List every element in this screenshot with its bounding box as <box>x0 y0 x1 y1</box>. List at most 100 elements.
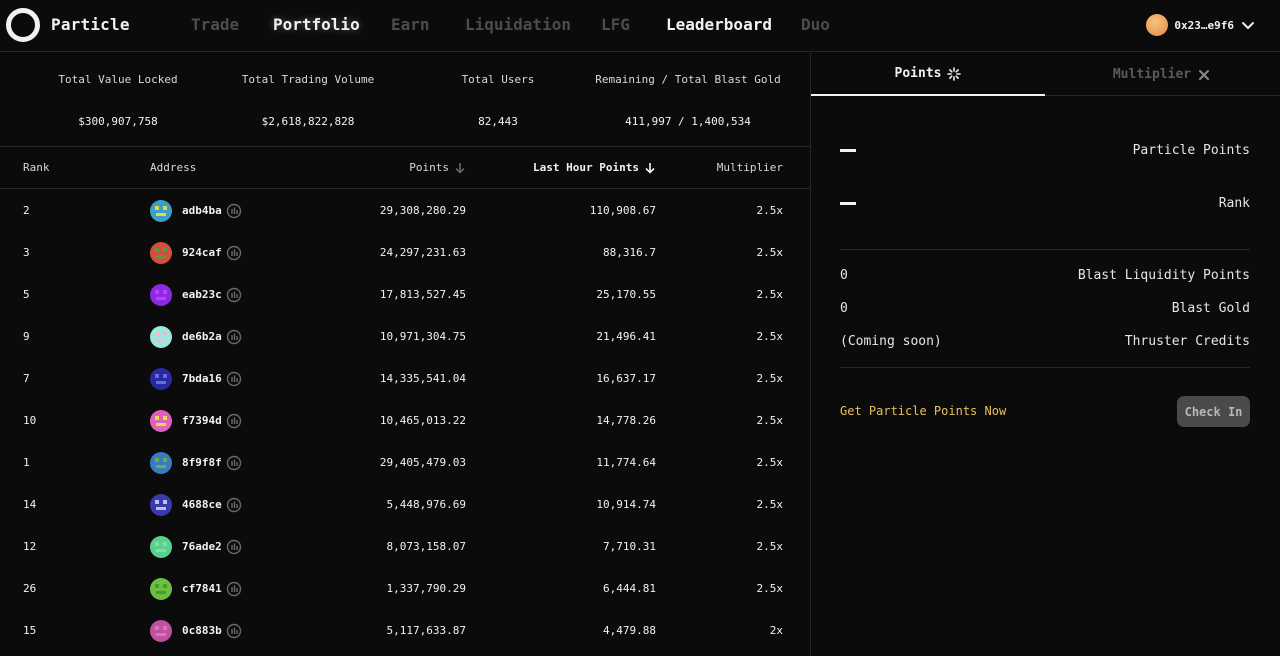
nav-lfg[interactable]: LFG <box>601 15 630 34</box>
points-cell: 10,971,304.75 <box>379 330 466 343</box>
header-last-hour[interactable]: Last Hour Points <box>533 161 656 174</box>
multiplier-cell: 2.5x <box>756 498 784 511</box>
points-cell: 1,337,790.29 <box>386 582 466 595</box>
get-points-link[interactable]: Get Particle Points Now <box>840 404 1006 418</box>
avatar-eye-right <box>163 248 167 252</box>
address-cell[interactable]: 924caf <box>182 246 222 259</box>
blast-gold-label: Blast Gold <box>1171 301 1250 316</box>
rank-cell: 9 <box>23 330 30 343</box>
blast-liquidity-row: 0 Blast Liquidity Points <box>840 266 1250 286</box>
explorer-link-icon[interactable] <box>226 371 242 387</box>
last-hour-cell: 4,479.88 <box>603 624 656 637</box>
check-in-button[interactable]: Check In <box>1177 396 1250 427</box>
explorer-link-icon[interactable] <box>226 539 242 555</box>
avatar <box>150 620 172 642</box>
header-rank: Rank <box>23 161 50 174</box>
tab-points-label: Points <box>894 66 942 81</box>
particle-points-label: Particle Points <box>1132 143 1250 158</box>
table-row[interactable]: 7 7bda16 14,335,541.04 16,637.17 2.5x <box>0 358 810 400</box>
multiplier-cell: 2.5x <box>756 288 784 301</box>
table-row[interactable]: 5 eab23c 17,813,527.45 25,170.55 2.5x <box>0 274 810 316</box>
address-cell[interactable]: f7394d <box>182 414 222 427</box>
table-row[interactable]: 2 adb4ba 29,308,280.29 110,908.67 2.5x <box>0 190 810 232</box>
address-cell[interactable]: 76ade2 <box>182 540 222 553</box>
explorer-link-icon[interactable] <box>226 203 242 219</box>
address-cell[interactable]: eab23c <box>182 288 222 301</box>
divider <box>840 367 1250 368</box>
brand-name[interactable]: Particle <box>51 15 130 34</box>
avatar-mouth <box>156 255 166 258</box>
multiplier-cell: 2.5x <box>756 414 784 427</box>
leaderboard-panel: Total Value Locked $300,907,758 Total Tr… <box>0 53 810 656</box>
address-cell[interactable]: 7bda16 <box>182 372 222 385</box>
stat-label: Total Trading Volume <box>241 73 375 86</box>
nav-leaderboard[interactable]: Leaderboard <box>666 15 772 34</box>
explorer-link-icon[interactable] <box>226 623 242 639</box>
table-row[interactable]: 1 8f9f8f 29,405,479.03 11,774.64 2.5x <box>0 442 810 484</box>
table-row[interactable]: 9 de6b2a 10,971,304.75 21,496.41 2.5x <box>0 316 810 358</box>
rank-cell: 3 <box>23 246 30 259</box>
last-hour-cell: 16,637.17 <box>596 372 656 385</box>
avatar-eye-right <box>163 458 167 462</box>
explorer-link-icon[interactable] <box>226 287 242 303</box>
avatar-eye-left <box>155 542 159 546</box>
points-cell: 8,073,158.07 <box>386 540 466 553</box>
avatar-eye-left <box>155 458 159 462</box>
nav-trade[interactable]: Trade <box>191 15 239 34</box>
explorer-link-icon[interactable] <box>226 245 242 261</box>
particle-points-row: Particle Points <box>840 141 1250 161</box>
logo-ring-icon[interactable] <box>6 8 40 42</box>
nav-duo[interactable]: Duo <box>801 15 830 34</box>
avatar-bg <box>150 452 172 474</box>
address-cell[interactable]: 8f9f8f <box>182 456 222 469</box>
account-menu[interactable]: 0x23…e9f6 <box>1146 14 1256 36</box>
explorer-link-icon[interactable] <box>226 497 242 513</box>
rank-cell: 10 <box>23 414 37 427</box>
avatar-mouth <box>156 423 166 426</box>
tab-multiplier[interactable]: Multiplier <box>1045 53 1279 96</box>
table-row[interactable]: 10 f7394d 10,465,013.22 14,778.26 2.5x <box>0 400 810 442</box>
multiplier-cell: 2x <box>769 624 783 637</box>
table-header: Rank Address Points Last Hour Points Mul… <box>0 148 810 189</box>
chevron-down-icon <box>1242 22 1254 29</box>
tab-points[interactable]: Points <box>811 53 1045 96</box>
avatar-eye-left <box>155 248 159 252</box>
avatar-eye-left <box>155 332 159 336</box>
last-hour-cell: 7,710.31 <box>603 540 656 553</box>
stat-label: Total Value Locked <box>58 73 178 86</box>
avatar-mouth <box>156 381 166 384</box>
table-row[interactable]: 14 4688ce 5,448,976.69 10,914.74 2.5x <box>0 484 810 526</box>
divider <box>840 249 1250 250</box>
multiplier-cell: 2.5x <box>756 540 784 553</box>
explorer-link-icon[interactable] <box>226 413 242 429</box>
table-row[interactable]: 12 76ade2 8,073,158.07 7,710.31 2.5x <box>0 526 810 568</box>
avatar-bg <box>150 284 172 306</box>
rank-cell: 12 <box>23 540 37 553</box>
table-row[interactable]: 26 cf7841 1,337,790.29 6,444.81 2.5x <box>0 568 810 610</box>
rank-label: Rank <box>1218 196 1250 211</box>
avatar-bg <box>150 368 172 390</box>
address-cell[interactable]: de6b2a <box>182 330 222 343</box>
avatar-mouth <box>156 465 166 468</box>
address-cell[interactable]: 4688ce <box>182 498 222 511</box>
rank-cell: 7 <box>23 372 30 385</box>
address-cell[interactable]: 0c883b <box>182 624 222 637</box>
explorer-link-icon[interactable] <box>226 329 242 345</box>
avatar-bg <box>150 410 172 432</box>
nav-earn[interactable]: Earn <box>391 15 430 34</box>
avatar-bg <box>150 494 172 516</box>
table-row[interactable]: 3 924caf 24,297,231.63 88,316.7 2.5x <box>0 232 810 274</box>
explorer-link-icon[interactable] <box>226 455 242 471</box>
address-cell[interactable]: adb4ba <box>182 204 222 217</box>
explorer-link-icon[interactable] <box>226 581 242 597</box>
nav-liquidation[interactable]: Liquidation <box>465 15 571 34</box>
address-cell[interactable]: cf7841 <box>182 582 222 595</box>
header-points[interactable]: Points <box>409 161 466 174</box>
points-cell: 5,448,976.69 <box>386 498 466 511</box>
stat-label: Total Users <box>461 73 535 86</box>
blast-gold-value: 0 <box>840 301 848 316</box>
points-cell: 29,405,479.03 <box>379 456 466 469</box>
table-row[interactable]: 15 0c883b 5,117,633.87 4,479.88 2x <box>0 610 810 652</box>
points-cell: 29,308,280.29 <box>379 204 466 217</box>
nav-portfolio[interactable]: Portfolio <box>273 15 360 34</box>
